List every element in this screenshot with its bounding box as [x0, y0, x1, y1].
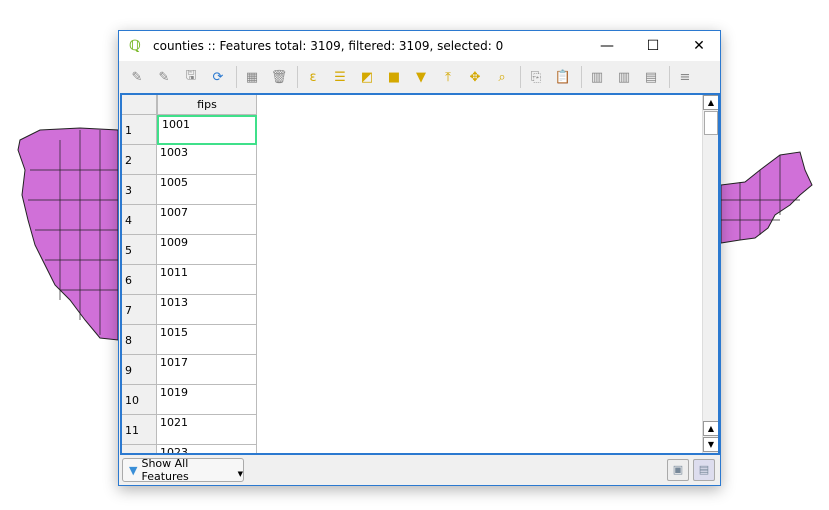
toggle-editing-icon[interactable]: ✎ — [125, 65, 149, 89]
deselect-all-icon[interactable]: ■ — [382, 65, 406, 89]
filter-icon: ▼ — [129, 463, 138, 477]
close-button[interactable]: ✕ — [676, 31, 722, 61]
paste-icon[interactable]: 📋 — [551, 65, 575, 89]
scroll-thumb[interactable] — [704, 111, 718, 135]
vertical-scrollbar[interactable]: ▲ ▲ ▼ — [702, 95, 718, 453]
northeast-counties — [720, 151, 813, 244]
select-by-expression-icon[interactable]: ε — [301, 65, 325, 89]
title-bar: ℚ counties :: Features total: 3109, filt… — [119, 31, 720, 61]
fips-cell[interactable]: 1023 — [157, 445, 257, 453]
fips-cell[interactable]: 1003 — [157, 145, 257, 175]
show-all-features-button[interactable]: ▼ Show All Features ▼ — [122, 457, 244, 483]
fips-cell[interactable]: 1013 — [157, 295, 257, 325]
toolbar-separator — [520, 66, 521, 88]
row-header[interactable]: 1 — [122, 115, 157, 145]
table-row[interactable]: 4 1007 — [122, 205, 257, 235]
table-row[interactable]: 3 1005 — [122, 175, 257, 205]
row-header[interactable]: 7 — [122, 295, 157, 325]
row-header[interactable]: 5 — [122, 235, 157, 265]
attribute-table[interactable]: fips 1 1001 2 1003 3 1005 4 1007 5 1009 6 1011 7 1013… — [120, 93, 720, 455]
toolbar-separator — [236, 66, 237, 88]
fips-cell[interactable]: 1009 — [157, 235, 257, 265]
attribute-table-window: ℚ counties :: Features total: 3109, filt… — [118, 30, 721, 486]
delete-field-icon[interactable]: ▥ — [612, 65, 636, 89]
window-title: counties :: Features total: 3109, filter… — [153, 39, 504, 53]
save-edits-icon[interactable]: 🖫 — [179, 65, 203, 89]
add-feature-icon[interactable]: ▦ — [240, 65, 264, 89]
table-row[interactable]: 11 1021 — [122, 415, 257, 445]
row-header[interactable]: 9 — [122, 355, 157, 385]
multi-edit-icon[interactable]: ✎ — [152, 65, 176, 89]
maximize-button[interactable]: ☐ — [630, 31, 676, 61]
conditional-formatting-icon[interactable]: ≡ — [673, 65, 697, 89]
row-header[interactable]: 8 — [122, 325, 157, 355]
delete-icon[interactable]: 🗑 — [267, 65, 291, 89]
row-header[interactable]: 2 — [122, 145, 157, 175]
row-header[interactable]: 6 — [122, 265, 157, 295]
table-row[interactable]: 1 1001 — [122, 115, 257, 145]
dropdown-arrow-icon: ▼ — [237, 470, 243, 478]
row-header[interactable]: 10 — [122, 385, 157, 415]
bottom-bar: ▼ Show All Features ▼ ▣ ▤ — [119, 457, 720, 485]
column-header-fips[interactable]: fips — [157, 95, 257, 115]
fips-cell[interactable]: 1007 — [157, 205, 257, 235]
row-header[interactable]: 3 — [122, 175, 157, 205]
field-calculator-icon[interactable]: ▤ — [639, 65, 663, 89]
table-row[interactable]: 7 1013 — [122, 295, 257, 325]
west-coast-counties — [17, 127, 119, 341]
fips-cell[interactable]: 1021 — [157, 415, 257, 445]
pan-to-selection-icon[interactable]: ✥ — [463, 65, 487, 89]
zoom-to-selection-icon[interactable]: ⌕ — [490, 65, 514, 89]
show-all-features-label: Show All Features — [141, 457, 189, 483]
table-row[interactable]: 9 1017 — [122, 355, 257, 385]
fips-cell[interactable]: 1019 — [157, 385, 257, 415]
table-row[interactable]: 10 1019 — [122, 385, 257, 415]
row-header[interactable]: 4 — [122, 205, 157, 235]
filter-icon[interactable]: ▼ — [409, 65, 433, 89]
fips-cell[interactable]: 1005 — [157, 175, 257, 205]
new-field-icon[interactable]: ▥ — [585, 65, 609, 89]
scroll-up-button[interactable]: ▲ — [703, 95, 718, 110]
form-view-button[interactable]: ▣ — [667, 459, 689, 481]
fips-cell[interactable]: 1001 — [157, 115, 257, 145]
minimize-button[interactable]: — — [584, 31, 630, 61]
qgis-logo-icon: ℚ — [129, 38, 141, 54]
row-header[interactable]: 11 — [122, 415, 157, 445]
select-all-icon[interactable]: ☰ — [328, 65, 352, 89]
move-selection-top-icon[interactable]: ⤒ — [436, 65, 460, 89]
reload-icon[interactable]: ⟳ — [206, 65, 230, 89]
scroll-down-button[interactable]: ▼ — [703, 437, 718, 452]
table-row[interactable]: 2 1003 — [122, 145, 257, 175]
table-row[interactable]: 6 1011 — [122, 265, 257, 295]
toolbar-separator — [297, 66, 298, 88]
row-header[interactable] — [122, 445, 157, 453]
table-view-button[interactable]: ▤ — [693, 459, 715, 481]
table-row[interactable]: 8 1015 — [122, 325, 257, 355]
fips-cell[interactable]: 1017 — [157, 355, 257, 385]
scroll-up-button-lower[interactable]: ▲ — [703, 421, 718, 436]
table-row[interactable]: 5 1009 — [122, 235, 257, 265]
copy-icon[interactable]: ⎘ — [524, 65, 548, 89]
toolbar: ✎ ✎ 🖫 ⟳ ▦ 🗑 ε ☰ ◩ ■ ▼ ⤒ ✥ ⌕ ⎘ 📋 ▥ ▥ ▤ ≡ — [119, 61, 720, 93]
fips-cell[interactable]: 1015 — [157, 325, 257, 355]
select-all-corner[interactable] — [122, 95, 157, 115]
table-row[interactable]: 1023 — [122, 445, 257, 453]
invert-selection-icon[interactable]: ◩ — [355, 65, 379, 89]
toolbar-separator — [581, 66, 582, 88]
toolbar-separator — [669, 66, 670, 88]
fips-cell[interactable]: 1011 — [157, 265, 257, 295]
